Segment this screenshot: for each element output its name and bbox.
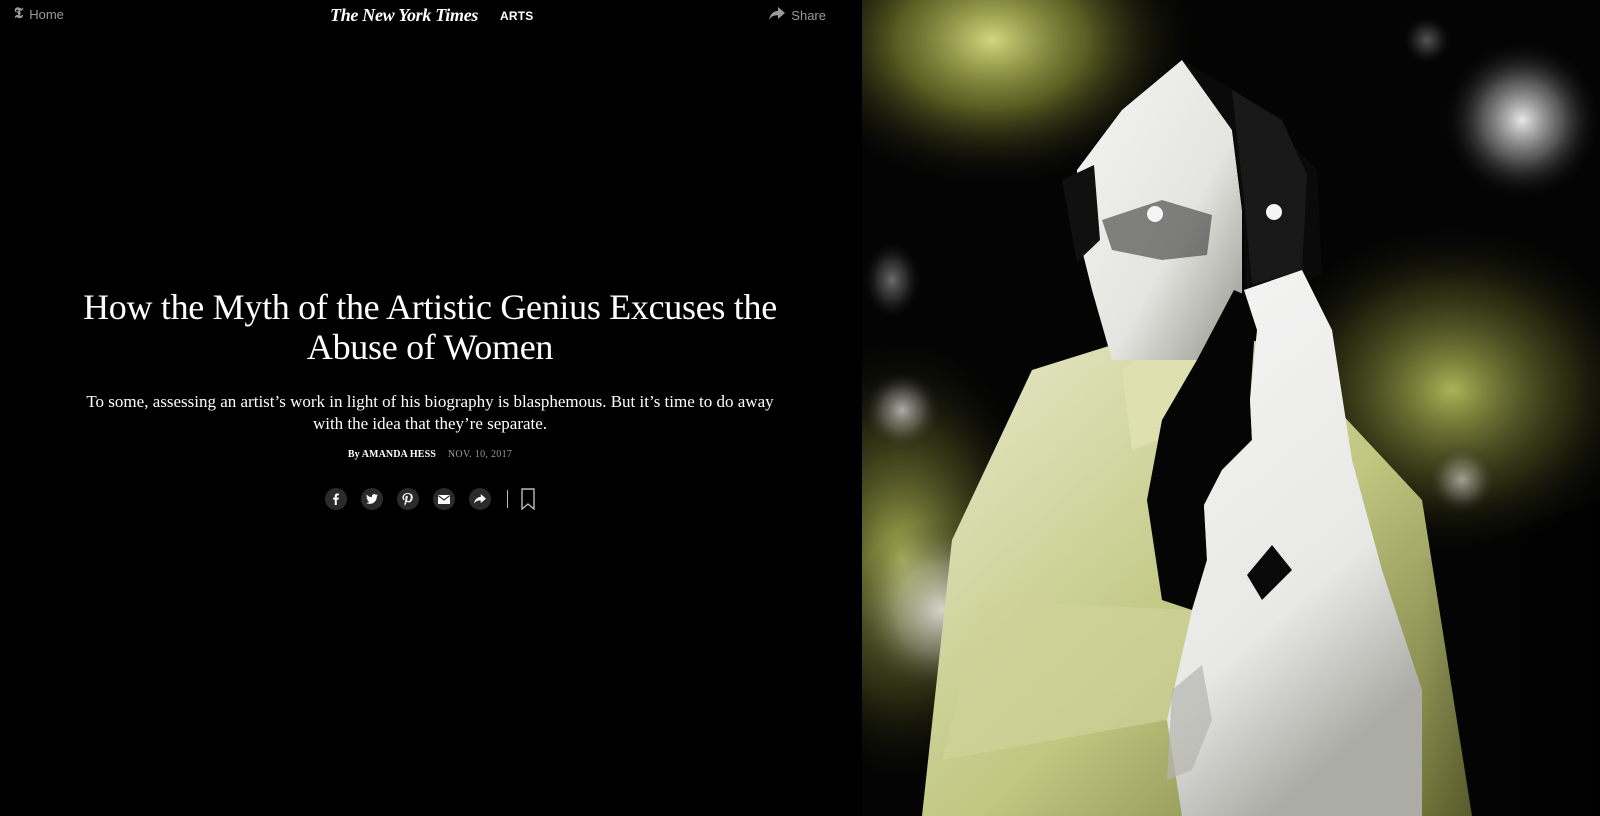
share-label: Share <box>791 7 826 23</box>
headline-block: How the Myth of the Artistic Genius Excu… <box>60 287 800 512</box>
article-summary: To some, assessing an artist’s work in l… <box>86 392 774 433</box>
share-link[interactable]: Share <box>769 7 826 23</box>
article-header-panel: 𝕿 Home The New York Times ARTS Share How… <box>0 0 862 816</box>
article-headline: How the Myth of the Artistic Genius Excu… <box>83 287 777 367</box>
masthead-logo[interactable]: The New York Times <box>330 5 478 26</box>
masked-faces-illustration <box>862 0 1600 816</box>
share-tools-divider <box>506 490 508 508</box>
dateline: NOV. 10, 2017 <box>447 449 513 460</box>
facebook-share-button[interactable] <box>324 488 347 510</box>
email-icon <box>437 494 450 504</box>
pinterest-icon <box>402 492 413 506</box>
share-arrow-icon <box>769 7 786 23</box>
nyt-t-logo-icon: 𝕿 <box>14 6 24 22</box>
share-tools <box>60 486 800 512</box>
save-bookmark-button[interactable] <box>520 487 536 511</box>
pinterest-share-button[interactable] <box>396 488 419 510</box>
lead-illustration <box>862 0 1600 816</box>
facebook-icon <box>332 493 339 505</box>
more-share-button[interactable] <box>468 488 491 510</box>
share-icon <box>473 494 486 504</box>
home-link[interactable]: 𝕿 Home <box>14 6 64 23</box>
bookmark-icon <box>520 488 535 510</box>
top-navigation-bar: 𝕿 Home The New York Times ARTS Share <box>0 0 862 32</box>
twitter-icon <box>365 493 378 504</box>
home-label: Home <box>29 7 64 22</box>
byline-row: By AMANDA HESS NOV. 10, 2017 <box>60 449 800 460</box>
section-link[interactable]: ARTS <box>500 9 533 23</box>
article-page: 𝕿 Home The New York Times ARTS Share How… <box>0 0 1600 816</box>
byline: By AMANDA HESS <box>347 449 436 460</box>
twitter-share-button[interactable] <box>360 488 383 510</box>
email-share-button[interactable] <box>432 488 455 510</box>
